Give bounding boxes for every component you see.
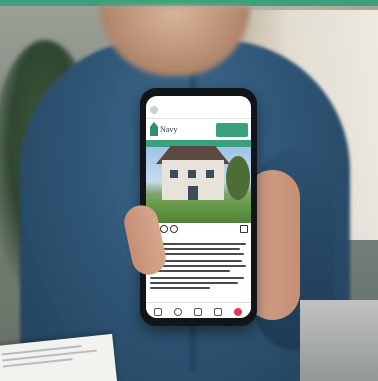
shop-icon[interactable] (214, 308, 222, 316)
app-bottom-nav (146, 302, 251, 318)
lawn (146, 200, 251, 223)
post-actions (146, 224, 251, 234)
caption-line (150, 287, 210, 289)
bookmark-icon[interactable] (240, 225, 248, 233)
comment-icon[interactable] (160, 225, 168, 233)
house-window (206, 170, 214, 178)
caption-line (150, 282, 238, 284)
profile-icon[interactable] (234, 308, 242, 316)
listing-label-strip (146, 140, 251, 147)
banner-cta[interactable] (216, 123, 248, 137)
house-facade (162, 160, 224, 200)
share-icon[interactable] (170, 225, 178, 233)
home-icon[interactable] (154, 308, 162, 316)
table-edge (300, 300, 378, 381)
photo-scene: Navy (0, 0, 378, 381)
brand-logo-icon (150, 122, 158, 136)
house-window (188, 170, 196, 178)
post-header (146, 104, 251, 118)
search-icon[interactable] (174, 308, 182, 316)
phone-screen: Navy (146, 96, 251, 318)
caption-line (150, 265, 246, 267)
house-window (170, 170, 178, 178)
caption-line (150, 277, 244, 279)
tree (226, 156, 250, 200)
caption-line (150, 243, 246, 245)
account-avatar[interactable] (150, 106, 158, 114)
brand-banner: Navy (146, 118, 251, 141)
house-door (188, 186, 198, 200)
brand-logo-text: Navy (160, 125, 178, 134)
caption-line (150, 270, 230, 272)
add-post-icon[interactable] (194, 308, 202, 316)
